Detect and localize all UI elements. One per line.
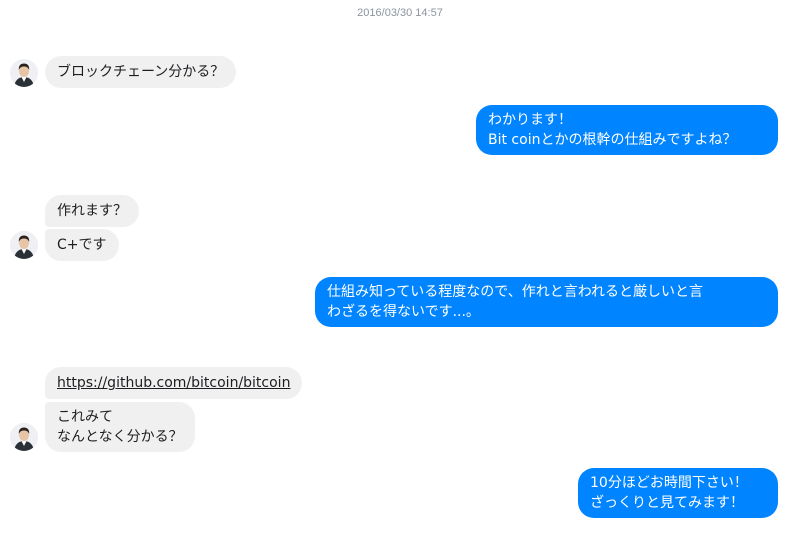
message-text: 作れます？ xyxy=(57,203,127,219)
contact-avatar-icon xyxy=(10,231,38,259)
outgoing-message-bubble[interactable]: 仕組み知っている程度なので、作れと言われると厳しいと言 わざるを得ないです...… xyxy=(315,277,778,327)
conversation-timestamp: 2016/03/30 14:57 xyxy=(357,7,443,19)
incoming-link-bubble[interactable]: https://github.com/bitcoin/bitcoin xyxy=(45,367,303,399)
incoming-message-bubble[interactable]: これみて なんとなく分かる？ xyxy=(45,402,195,452)
outgoing-message-bubble[interactable]: わかります！ Bit coinとかの根幹の仕組みですよね？ xyxy=(476,105,778,155)
message-text: Bit coinとかの根幹の仕組みですよね？ xyxy=(488,132,737,148)
contact-avatar[interactable] xyxy=(10,423,38,451)
message-text: わかります！ xyxy=(488,112,572,128)
incoming-message-bubble[interactable]: 作れます？ xyxy=(45,195,139,227)
message-text: なんとなく分かる？ xyxy=(57,429,183,445)
incoming-message-bubble[interactable]: C+です xyxy=(45,229,119,261)
contact-avatar-icon xyxy=(10,423,38,451)
message-text: ざっくりと見てみます！ xyxy=(590,495,744,511)
contact-avatar-icon xyxy=(10,59,38,87)
outgoing-message-bubble[interactable]: 10分ほどお時間下さい！ ざっくりと見てみます！ xyxy=(578,468,778,518)
message-text: C+です xyxy=(57,237,107,253)
message-text: ブロックチェーン分かる？ xyxy=(57,64,225,80)
message-text: 仕組み知っている程度なので、作れと言われると厳しいと言 xyxy=(327,284,704,300)
message-text: 10分ほどお時間下さい！ xyxy=(590,475,748,491)
message-text: これみて xyxy=(57,409,113,425)
incoming-message-bubble[interactable]: ブロックチェーン分かる？ xyxy=(45,56,237,88)
contact-avatar[interactable] xyxy=(10,231,38,259)
contact-avatar[interactable] xyxy=(10,59,38,87)
github-link[interactable]: https://github.com/bitcoin/bitcoin xyxy=(57,373,290,393)
message-text: わざるを得ないです...。 xyxy=(327,304,480,320)
